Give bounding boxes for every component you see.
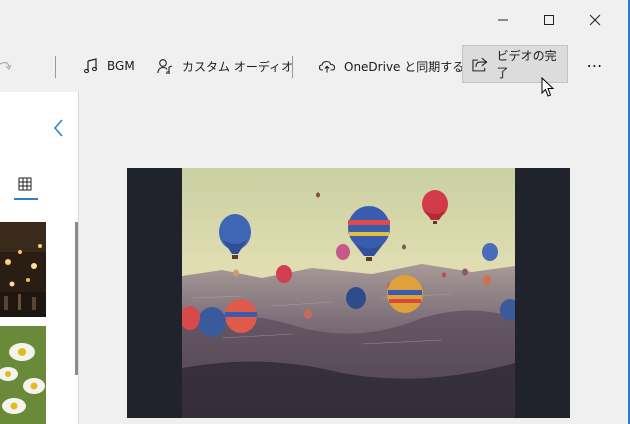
grid-view-tab[interactable]	[18, 176, 32, 195]
media-thumbnail[interactable]	[0, 222, 46, 317]
panel-scrollbar[interactable]	[75, 222, 78, 375]
bgm-label: BGM	[107, 59, 135, 73]
more-options-button[interactable]: ⋯	[580, 50, 610, 80]
bgm-button[interactable]: BGM	[84, 44, 135, 88]
grid-icon	[18, 177, 32, 191]
cloud-upload-icon	[319, 60, 335, 73]
app-window: BGM カスタム オーディオ OneDrive と同期する ビデオの完了 ⋯	[0, 0, 630, 424]
media-thumbnail[interactable]	[0, 326, 46, 424]
active-tab-indicator	[14, 198, 38, 200]
custom-audio-button[interactable]: カスタム オーディオ	[157, 44, 293, 88]
maximize-button[interactable]	[526, 0, 572, 40]
share-icon	[472, 57, 488, 71]
minimize-icon	[498, 19, 508, 21]
minimize-button[interactable]	[480, 0, 526, 40]
toolbar-divider	[292, 56, 293, 78]
person-audio-icon	[157, 59, 173, 74]
onedrive-sync-button[interactable]: OneDrive と同期する	[319, 44, 464, 88]
hot-air-balloons-photo	[182, 168, 515, 418]
onedrive-label: OneDrive と同期する	[344, 59, 465, 74]
daisy-flowers-thumbnail	[0, 326, 46, 424]
maximize-icon	[544, 15, 554, 25]
finish-video-label: ビデオの完了	[496, 49, 557, 80]
preview-image	[182, 168, 515, 418]
cursor-icon	[541, 77, 555, 97]
music-note-icon	[84, 58, 98, 74]
chevron-left-icon	[53, 119, 63, 137]
collapse-panel-button[interactable]	[50, 118, 66, 142]
more-icon: ⋯	[586, 55, 604, 75]
video-preview	[127, 168, 570, 418]
close-icon	[589, 14, 601, 26]
redo-button[interactable]	[0, 44, 21, 88]
custom-audio-label: カスタム オーディオ	[182, 59, 293, 74]
night-scene-thumbnail	[0, 222, 46, 317]
redo-icon	[0, 61, 12, 71]
close-button[interactable]	[572, 0, 618, 40]
title-bar	[0, 0, 628, 44]
toolbar-divider	[55, 56, 56, 78]
